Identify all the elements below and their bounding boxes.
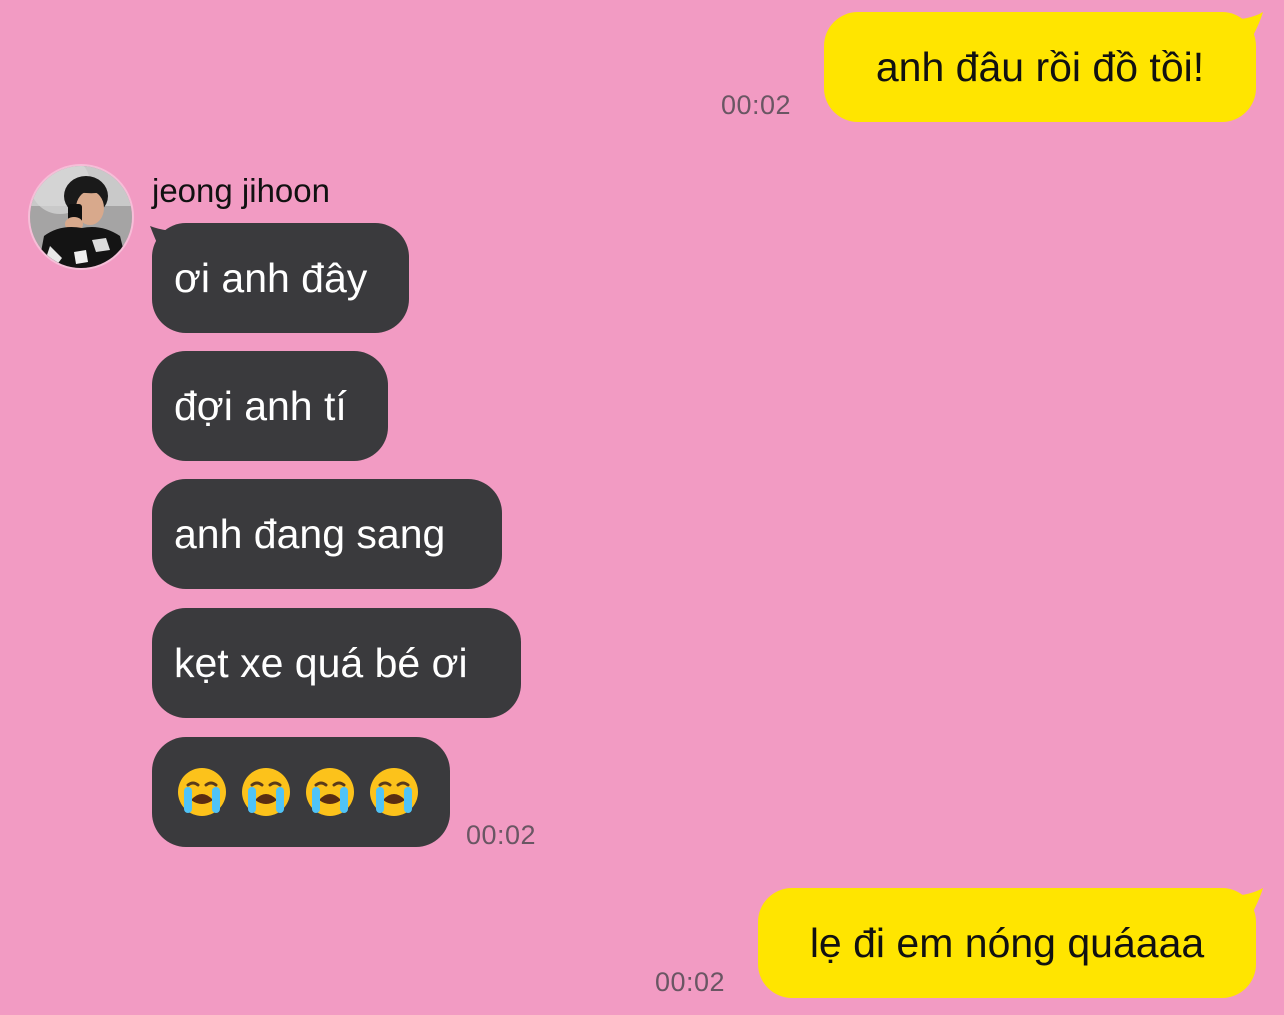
message-text: anh đâu rồi đồ tồi! xyxy=(875,43,1205,90)
incoming-message[interactable]: đợi anh tí xyxy=(152,351,388,461)
loudly-crying-face-icon xyxy=(306,768,354,816)
outgoing-message[interactable]: anh đâu rồi đồ tồi! xyxy=(824,12,1256,122)
message-text: lẹ đi em nóng quáaaa xyxy=(809,919,1205,966)
incoming-message[interactable] xyxy=(152,737,450,847)
message-text: kẹt xe quá bé ơi xyxy=(174,639,468,686)
profile-photo xyxy=(30,166,132,268)
sender-name: jeong jihoon xyxy=(152,172,330,209)
incoming-message[interactable]: anh đang sang xyxy=(152,479,502,589)
incoming-message[interactable]: ơi anh đây xyxy=(152,223,409,333)
loudly-crying-face-icon xyxy=(242,768,290,816)
message-timestamp: 00:02 xyxy=(655,967,726,997)
loudly-crying-face-icon xyxy=(370,768,418,816)
message-timestamp: 00:02 xyxy=(466,820,537,850)
outgoing-message[interactable]: lẹ đi em nóng quáaaa xyxy=(758,888,1256,998)
message-timestamp: 00:02 xyxy=(721,90,792,120)
message-text: anh đang sang xyxy=(174,510,446,557)
message-text: ơi anh đây xyxy=(174,254,368,301)
loudly-crying-face-icon xyxy=(178,768,226,816)
avatar[interactable] xyxy=(30,166,132,268)
incoming-message[interactable]: kẹt xe quá bé ơi xyxy=(152,608,521,718)
message-text: đợi anh tí xyxy=(174,382,347,429)
